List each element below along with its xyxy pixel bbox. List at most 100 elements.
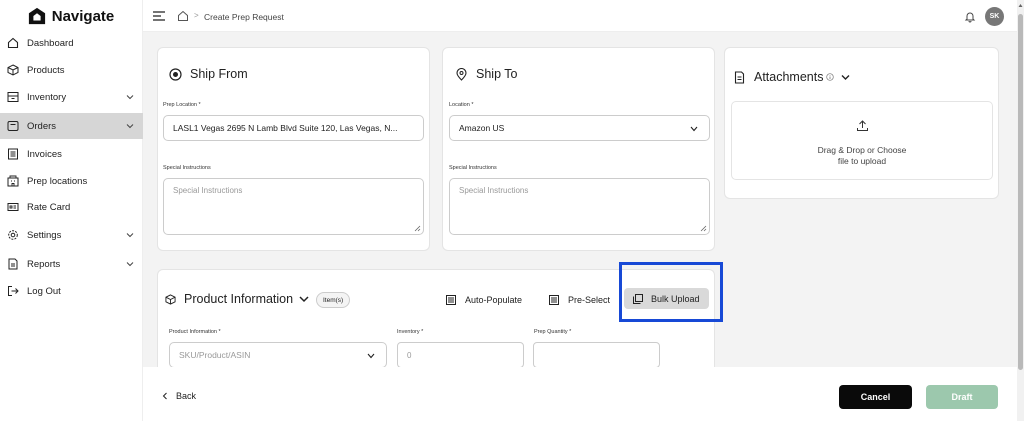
cancel-button[interactable]: Cancel: [839, 385, 912, 409]
menu-icon[interactable]: [153, 11, 165, 21]
sidebar-item-prep-locations[interactable]: Prep locations: [0, 168, 143, 194]
location-label: Location *: [449, 102, 474, 108]
product-info-card: Product Information Item(s) Auto-Populat…: [157, 269, 715, 379]
list-icon: [446, 295, 456, 305]
sidebar-item-inventory[interactable]: Inventory: [0, 84, 143, 110]
chevron-down-icon: [126, 233, 134, 238]
copy-icon: [633, 293, 643, 304]
ship-to-instructions-label: Special Instructions: [449, 165, 497, 171]
sidebar-item-label: Rate Card: [27, 201, 71, 213]
top-bar: > Create Prep Request SK: [143, 0, 1024, 32]
report-icon: [7, 258, 19, 270]
prep-location-value: LASL1 Vegas 2695 N Lamb Blvd Suite 120, …: [173, 123, 398, 133]
chevron-down-icon: [367, 353, 375, 359]
sidebar-item-reports[interactable]: Reports: [0, 251, 143, 277]
ship-from-instructions-input[interactable]: Special Instructions: [163, 178, 424, 235]
list-icon: [549, 295, 559, 305]
product-info-field-label: Product Information *: [169, 329, 221, 335]
breadcrumb: Create Prep Request: [204, 12, 284, 22]
sidebar-item-dashboard[interactable]: Dashboard: [0, 30, 143, 56]
sidebar-item-orders[interactable]: Orders: [0, 113, 143, 139]
building-icon: [7, 175, 19, 187]
dropzone-text: Drag & Drop or Choose file to upload: [732, 145, 992, 167]
info-icon[interactable]: [826, 73, 835, 81]
sidebar-item-invoices[interactable]: Invoices: [0, 141, 143, 167]
sidebar-item-rate-card[interactable]: Rate Card: [0, 194, 143, 220]
prep-location-select[interactable]: LASL1 Vegas 2695 N Lamb Blvd Suite 120, …: [163, 115, 424, 141]
prep-quantity-label: Prep Quantity *: [534, 329, 572, 335]
prep-location-label: Prep Location *: [163, 102, 201, 108]
sidebar-item-label: Log Out: [27, 285, 61, 297]
chevron-left-icon: [162, 392, 167, 400]
scrollbar-thumb[interactable]: [1018, 14, 1023, 370]
ship-to-location-value: Amazon US: [459, 123, 505, 133]
breadcrumb-separator: >: [194, 11, 199, 20]
resize-handle-icon[interactable]: [700, 225, 707, 232]
sidebar-item-label: Reports: [27, 258, 61, 270]
app-name: Navigate: [51, 7, 115, 25]
dropzone-line-1: Drag & Drop or Choose: [817, 145, 907, 155]
inventory-input[interactable]: 0: [397, 342, 524, 368]
attachments-title-text: Attachments: [754, 70, 824, 84]
home-icon[interactable]: [177, 10, 189, 22]
draft-button[interactable]: Draft: [926, 385, 998, 409]
chevron-down-icon[interactable]: [841, 74, 850, 81]
ship-from-card: Ship From Prep Location * LASL1 Vegas 26…: [157, 47, 430, 251]
sidebar-item-label: Orders: [27, 120, 57, 132]
chevron-down-icon: [126, 124, 134, 129]
attachments-title: Attachments: [733, 70, 850, 84]
ship-to-location-select[interactable]: Amazon US: [449, 115, 710, 141]
back-button[interactable]: Back: [162, 391, 196, 401]
chevron-down-icon: [126, 262, 134, 267]
product-info-title: Product Information: [165, 292, 309, 306]
box-icon: [165, 293, 176, 305]
product-search-select[interactable]: SKU/Product/ASIN: [169, 342, 387, 368]
chevron-down-icon[interactable]: [299, 295, 309, 303]
resize-handle-icon[interactable]: [414, 225, 421, 232]
sidebar-item-log-out[interactable]: Log Out: [0, 278, 143, 304]
home-icon: [7, 37, 19, 49]
product-search-placeholder: SKU/Product/ASIN: [179, 350, 251, 360]
avatar[interactable]: SK: [985, 7, 1004, 26]
scrollbar[interactable]: [1017, 0, 1024, 421]
bulk-upload-label: Bulk Upload: [651, 293, 700, 304]
inventory-label: Inventory *: [397, 329, 424, 335]
back-label: Back: [176, 391, 197, 401]
sidebar: Navigate Dashboard Products Inventory Or…: [0, 0, 143, 421]
bulk-upload-button[interactable]: Bulk Upload: [624, 288, 709, 309]
radio-target-icon: [169, 67, 182, 81]
ship-from-title-text: Ship From: [190, 67, 248, 81]
box-icon: [7, 64, 19, 76]
file-dropzone[interactable]: Drag & Drop or Choose file to upload: [731, 101, 993, 180]
ship-to-instructions-placeholder: Special Instructions: [459, 186, 529, 195]
sidebar-item-label: Invoices: [27, 148, 62, 160]
inventory-placeholder: 0: [407, 350, 412, 360]
logout-icon: [7, 285, 19, 297]
pre-select-label: Pre-Select: [568, 295, 611, 305]
ship-to-title: Ship To: [455, 67, 517, 81]
ship-from-instructions-placeholder: Special Instructions: [173, 186, 243, 195]
ship-from-title: Ship From: [169, 67, 248, 81]
auto-populate-button[interactable]: Auto-Populate: [446, 292, 522, 308]
auto-populate-label: Auto-Populate: [465, 295, 523, 305]
bell-icon[interactable]: [964, 10, 976, 23]
invoice-icon: [7, 148, 19, 160]
items-badge: Item(s): [316, 292, 351, 308]
sidebar-item-label: Dashboard: [27, 37, 74, 49]
pre-select-button[interactable]: Pre-Select: [549, 292, 610, 308]
location-pin-icon: [456, 67, 467, 81]
footer-bar: Back Cancel Draft: [143, 367, 1024, 421]
chevron-down-icon: [126, 95, 134, 100]
orders-icon: [7, 120, 19, 132]
sidebar-item-label: Products: [27, 64, 65, 76]
scroll-up-arrow-icon[interactable]: [1018, 3, 1023, 8]
inventory-icon: [7, 91, 19, 103]
app-logo[interactable]: Navigate: [0, 0, 142, 32]
sidebar-item-settings[interactable]: Settings: [0, 222, 143, 248]
sidebar-item-products[interactable]: Products: [0, 57, 143, 83]
chevron-down-icon: [690, 126, 698, 132]
ship-to-instructions-input[interactable]: Special Instructions: [449, 178, 710, 235]
logo-icon: [28, 7, 45, 25]
prep-quantity-input[interactable]: [533, 342, 660, 368]
upload-icon: [857, 120, 868, 131]
